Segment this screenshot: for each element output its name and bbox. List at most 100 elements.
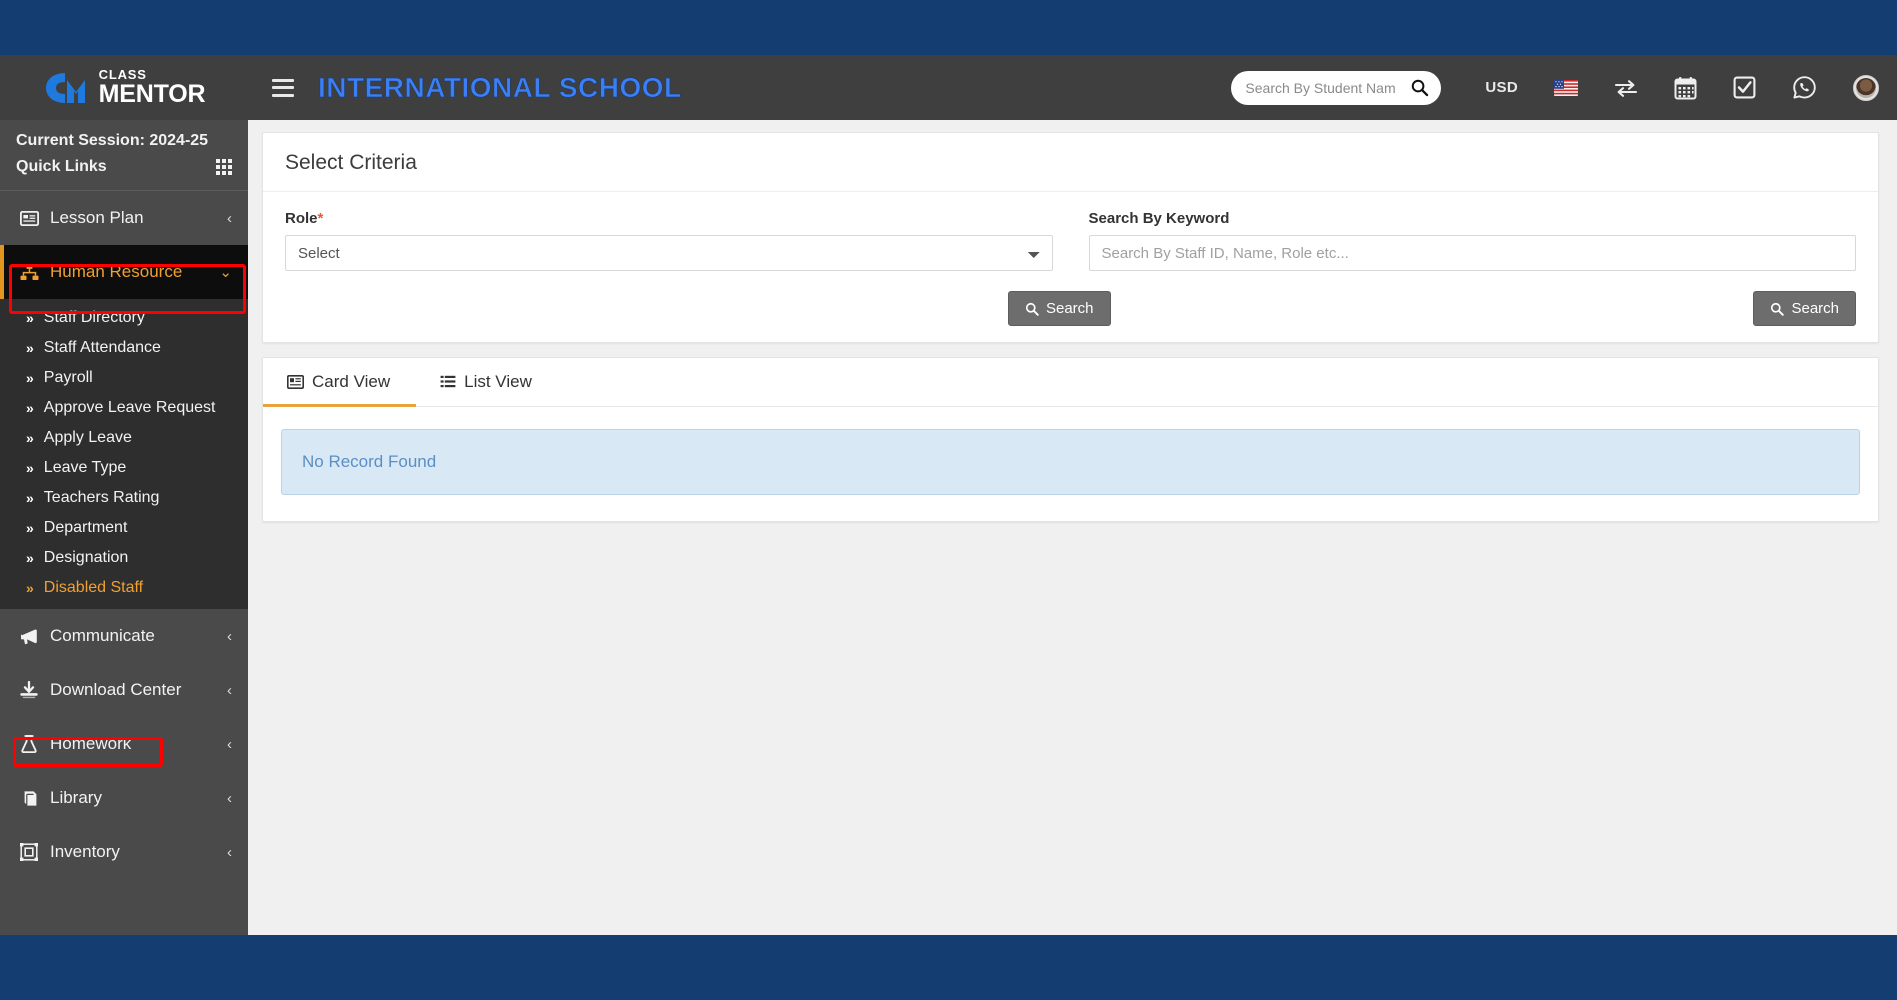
double-chevron-icon: » [26,400,34,416]
sidebar-item-label: Library [50,788,102,807]
view-tabs: Card View List View [263,358,1878,407]
student-search-box[interactable] [1231,70,1442,105]
double-chevron-icon: » [26,520,34,536]
language-flag-selector[interactable] [1554,79,1578,96]
megaphone-icon [16,628,42,645]
role-label: Role* [285,210,1053,227]
search-input[interactable] [1245,79,1396,96]
sidebar-subitem-staff-directory[interactable]: » Staff Directory [0,303,248,333]
keyword-field-group: Search By Keyword [1088,210,1856,271]
human-resource-icon [16,264,42,281]
sidebar-item-homework[interactable]: Homework ‹ [0,717,248,771]
page-title: INTERNATIONAL SCHOOL [318,71,682,103]
search-button-keyword[interactable]: Search [1753,291,1856,326]
results-card: Card View List View No Record Found [262,357,1879,522]
currency-selector[interactable]: USD [1485,79,1518,96]
sidebar-item-lesson-plan[interactable]: Lesson Plan ‹ [0,191,248,245]
chevron-left-icon: ‹ [227,627,232,645]
sidebar-subitem-label: Disabled Staff [43,579,144,596]
sidebar-subitem-designation[interactable]: » Designation [0,543,248,573]
sidebar-subitem-label: Designation [43,549,129,566]
chevron-left-icon: ‹ [227,681,232,699]
sidebar-subitem-apply-leave[interactable]: » Apply Leave [0,423,248,453]
sidebar-subitem-leave-type[interactable]: » Leave Type [0,453,248,483]
sidebar-item-label: Download Center [50,680,182,699]
sidebar-subitem-payroll[interactable]: » Payroll [0,363,248,393]
double-chevron-icon: » [26,430,34,446]
criteria-fields: Role* Select Search By Keyword [285,210,1856,271]
sidebar-subitem-label: Apply Leave [43,429,132,446]
search-icon [1770,302,1785,316]
card-view-icon [287,375,304,389]
sidebar-subitem-approve-leave-request[interactable]: » Approve Leave Request [0,393,248,423]
book-icon [16,790,42,807]
lesson-plan-icon [16,210,42,226]
select-criteria-card: Select Criteria Role* Select Search By K… [262,132,1879,343]
sidebar-subitem-department[interactable]: » Department [0,513,248,543]
double-chevron-icon: » [26,340,34,356]
hamburger-icon[interactable] [272,78,294,97]
header-actions: USD [1231,70,1897,105]
inventory-icon [16,843,42,861]
browser-top-band [0,0,1897,55]
quick-links[interactable]: Quick Links [0,152,248,191]
quick-links-label: Quick Links [16,158,107,175]
sidebar-item-label: Communicate [50,626,155,645]
role-select[interactable]: Select [285,235,1053,271]
avatar[interactable] [1853,74,1879,101]
sidebar-item-label: Inventory [50,842,120,861]
sidebar-subitem-label: Staff Attendance [43,339,161,356]
main-content: Select Criteria Role* Select Search By K… [248,120,1897,935]
sidebar-item-library[interactable]: Library ‹ [0,771,248,825]
role-label-text: Role [285,210,318,227]
tab-label: List View [464,372,532,391]
double-chevron-icon: » [26,550,34,566]
grid-icon [216,159,232,175]
tab-list-view[interactable]: List View [416,358,558,407]
sidebar-item-label: Homework [50,734,132,753]
sidebar-item-inventory[interactable]: Inventory ‹ [0,825,248,879]
sidebar-subitem-label: Teachers Rating [43,489,160,506]
sidebar-item-download-center[interactable]: Download Center ‹ [0,663,248,717]
sidebar-subitem-disabled-staff[interactable]: » Disabled Staff [0,573,248,603]
sidebar: Current Session: 2024-25 Quick Links Les… [0,120,248,935]
chevron-left-icon: ‹ [227,209,232,227]
transfer-icon[interactable] [1614,78,1638,98]
sidebar-subitem-label: Leave Type [43,459,127,476]
calendar-icon[interactable] [1674,76,1697,100]
sidebar-subitem-label: Staff Directory [43,309,145,326]
results-body: No Record Found [263,407,1878,521]
chevron-left-icon: ‹ [227,843,232,861]
brand-logo[interactable]: CLASS MENTOR [0,55,248,120]
application-shell: CLASS MENTOR INTERNATIONAL SCHOOL Search… [0,55,1897,935]
whatsapp-icon[interactable] [1792,75,1817,100]
required-marker: * [317,210,324,227]
screen: CLASS MENTOR INTERNATIONAL SCHOOL Search… [0,0,1897,1000]
search-button-role[interactable]: Search [1007,291,1111,326]
keyword-input[interactable] [1088,235,1856,271]
sidebar-item-label: Human Resource [50,262,183,281]
search-icon[interactable] [1410,78,1429,97]
search-button-label: Search [1791,300,1839,317]
list-view-icon [440,375,456,389]
checkbox-task-icon[interactable] [1733,76,1756,99]
tab-label: Card View [312,372,391,391]
sidebar-item-label: Lesson Plan [50,208,144,227]
sidebar-subitem-label: Payroll [43,369,93,386]
current-session-label: Current Session: 2024-25 [16,132,209,149]
chevron-left-icon: ‹ [227,735,232,753]
sidebar-item-human-resource[interactable]: Human Resource ⌄ [0,245,248,299]
sidebar-item-communicate[interactable]: Communicate ‹ [0,609,248,663]
sidebar-subitem-staff-attendance[interactable]: » Staff Attendance [0,333,248,363]
sidebar-subitem-label: Department [43,519,128,536]
keyword-label: Search By Keyword [1088,210,1230,227]
download-icon [16,681,42,699]
human-resource-submenu: » Staff Directory » Staff Attendance » P… [0,299,248,609]
search-button-label: Search [1045,300,1094,317]
us-flag-icon [1554,79,1578,96]
tab-card-view[interactable]: Card View [263,358,417,407]
empty-state-message: No Record Found [281,429,1860,495]
sidebar-subitem-teachers-rating[interactable]: » Teachers Rating [0,483,248,513]
top-header: CLASS MENTOR INTERNATIONAL SCHOOL Search… [0,55,1897,120]
flask-icon [16,735,42,753]
